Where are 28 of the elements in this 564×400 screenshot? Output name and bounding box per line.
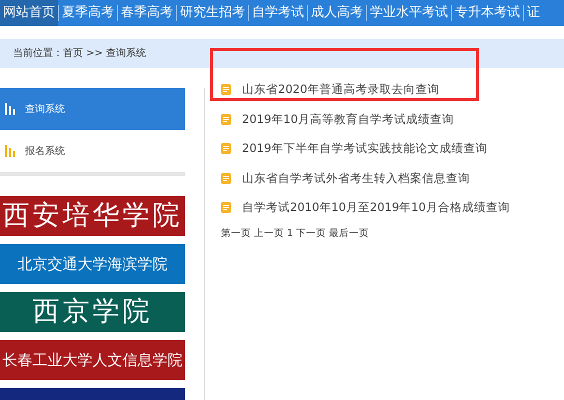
nav-tab[interactable]: 学业水平考试 [367, 0, 451, 26]
nav-tab[interactable]: 证 [524, 0, 543, 26]
document-icon [221, 114, 231, 125]
query-link[interactable]: 自学考试2010年10月至2019年10月合格成绩查询 [242, 199, 510, 216]
document-icon [221, 143, 231, 154]
college-banner[interactable]: 西安培华学院 [0, 196, 185, 236]
nav-tab[interactable]: 成人高考 [308, 0, 366, 26]
query-link[interactable]: 山东省自学考试外省考生转入档案信息查询 [242, 170, 470, 187]
college-banner[interactable]: 北京交通大学海滨学院 [0, 244, 185, 284]
nav-tab[interactable]: 专升本考试 [452, 0, 523, 26]
nav-tab[interactable]: 春季高考 [118, 0, 176, 26]
nav-tab[interactable]: 网站首页 [0, 0, 58, 26]
nav-tab[interactable]: 自学考试 [249, 0, 307, 26]
document-icon [221, 202, 231, 214]
nav-tab[interactable]: 研究生招考 [177, 0, 248, 26]
breadcrumb: 当前位置：首页 >> 查询系统 [13, 46, 146, 61]
query-link[interactable]: 2019年10月高等教育自学考试成绩查询 [242, 110, 454, 128]
bar-chart-icon [5, 103, 15, 115]
query-link[interactable]: 山东省2020年普通高考录取去向查询 [242, 81, 440, 98]
college-banner[interactable]: 西京学院 [0, 292, 185, 332]
pagination: 第一页 上一页 1 下一页 最后一页 [221, 226, 370, 240]
bar-chart-icon [5, 145, 15, 157]
document-icon [221, 172, 231, 184]
query-link[interactable]: 2019年下半年自学考试实践技能论文成绩查询 [242, 140, 488, 158]
nav-tab[interactable]: 夏季高考 [59, 0, 117, 26]
college-banner[interactable]: 长春工业大学人文信息学院 [0, 340, 185, 380]
document-icon [221, 84, 231, 96]
sidebar-item[interactable]: 查询系统 [0, 88, 185, 130]
